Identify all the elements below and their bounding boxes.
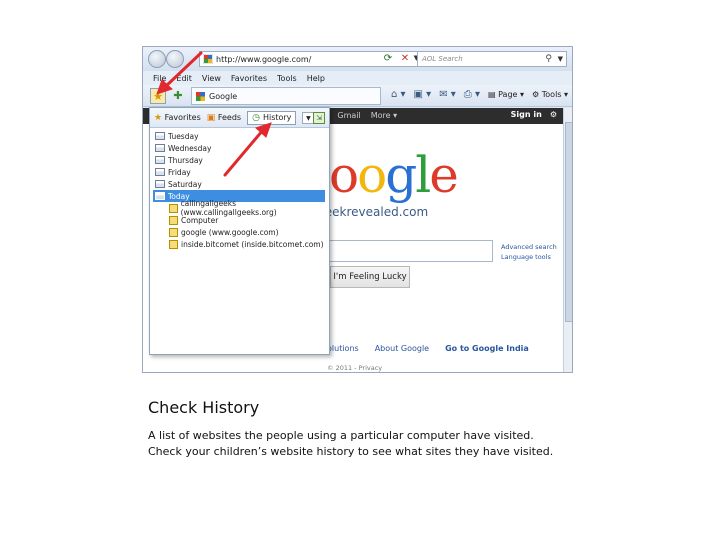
forward-button[interactable] (166, 50, 184, 68)
folder-icon (169, 203, 178, 213)
gbar-link-gmail[interactable]: Gmail (337, 111, 360, 120)
refresh-icon[interactable]: ⟳ (381, 52, 395, 66)
back-button[interactable] (148, 50, 166, 68)
tab-history-label: History (262, 113, 292, 122)
history-site-item[interactable]: inside.bitcomet (inside.bitcomet.com) (153, 238, 325, 250)
google-tab-favicon-icon (196, 91, 205, 101)
calendar-icon (155, 156, 165, 164)
copyright-text: © 2011 - Privacy (327, 364, 383, 372)
google-logo: oogle (329, 146, 459, 204)
add-favorite-icon[interactable]: ✚ (170, 88, 186, 104)
page-menu-label: Page (498, 90, 518, 99)
menu-view[interactable]: View (202, 74, 221, 83)
folder-icon (169, 227, 178, 237)
history-day-label: Saturday (168, 179, 202, 189)
menu-favorites[interactable]: Favorites (231, 74, 267, 83)
url-text: http://www.google.com/ (216, 54, 312, 64)
tab-google-label: Google (209, 91, 238, 101)
caption-line-2: Check your children’s website history to… (148, 445, 554, 458)
google-search-field[interactable] (327, 240, 493, 262)
history-site-label: Computer (181, 215, 219, 225)
settings-gear-icon[interactable]: ⚙ (550, 110, 557, 119)
tools-menu-button[interactable]: ⚙ Tools ▾ (532, 90, 568, 99)
caption-text: A list of websites the people using a pa… (148, 428, 668, 460)
feeds-icon[interactable]: ▣ ▾ (414, 89, 432, 100)
tab-favorites-label: Favorites (164, 112, 201, 122)
tab-feeds[interactable]: ▣ Feeds (207, 113, 241, 123)
page-menu-button[interactable]: ▤ Page ▾ (488, 90, 524, 99)
menu-bar: File Edit View Favorites Tools Help (143, 71, 572, 85)
history-day-friday[interactable]: Friday (153, 166, 325, 178)
star-icon: ★ (154, 112, 163, 123)
search-options: Advanced search Language tools (501, 242, 557, 262)
footer-link-about[interactable]: About Google (375, 344, 429, 353)
caption-line-1: A list of websites the people using a pa… (148, 429, 534, 442)
footer-link-solutions[interactable]: olutions (327, 344, 359, 353)
command-buttons: ⌂ ▾ ▣ ▾ ✉ ▾ ⎙ ▾ ▤ Page ▾ ⚙ Tools ▾ (391, 89, 568, 100)
tools-menu-label: Tools (541, 90, 562, 99)
history-site-label: google (www.google.com) (181, 227, 279, 237)
language-tools-link[interactable]: Language tools (501, 252, 557, 262)
calendar-icon (155, 168, 165, 176)
history-list: Tuesday Wednesday Thursday Friday Saturd… (153, 130, 325, 250)
page-icon: ▤ (487, 90, 496, 99)
home-icon[interactable]: ⌂ ▾ (391, 89, 406, 100)
browser-screenshot: http://www.google.com/ ▼ ⟳ ✕ AOL Search … (142, 46, 573, 373)
history-day-label: Thursday (168, 155, 203, 165)
history-day-wednesday[interactable]: Wednesday (153, 142, 325, 154)
search-icon[interactable]: ⚲ (545, 54, 552, 64)
history-day-label: Tuesday (168, 131, 199, 141)
calendar-icon (155, 180, 165, 188)
sign-in-link[interactable]: Sign in (511, 110, 542, 119)
feed-icon: ▣ (206, 112, 216, 123)
history-day-label: Friday (168, 167, 191, 177)
folder-icon (169, 215, 178, 225)
history-day-label: Wednesday (168, 143, 212, 153)
stop-icon[interactable]: ✕ (398, 52, 412, 66)
gbar-link-more[interactable]: More ▾ (371, 111, 397, 120)
menu-tools[interactable]: Tools (277, 74, 297, 83)
menu-edit[interactable]: Edit (176, 74, 192, 83)
tools-gear-icon: ⚙ (532, 90, 540, 99)
calendar-icon (155, 144, 165, 152)
folder-icon (169, 239, 178, 249)
favorites-center-star-icon[interactable]: ★ (150, 88, 166, 104)
tab-favorites[interactable]: ★ Favorites (154, 113, 201, 123)
history-site-label: inside.bitcomet (inside.bitcomet.com) (181, 239, 324, 249)
menu-help[interactable]: Help (307, 74, 325, 83)
history-day-thursday[interactable]: Thursday (153, 154, 325, 166)
tab-google[interactable]: Google (191, 87, 381, 105)
search-placeholder: AOL Search (422, 55, 463, 63)
history-site-item[interactable]: google (www.google.com) (153, 226, 325, 238)
footer-links: olutions About Google Go to Google India (327, 344, 529, 353)
calendar-icon (155, 132, 165, 140)
favorites-center-tabs: ★ Favorites ▣ Feeds ◷ History ▼ (150, 108, 329, 128)
page-scrollbar[interactable] (563, 108, 572, 372)
tab-feeds-label: Feeds (217, 112, 242, 122)
history-site-item[interactable]: callingallgeeks (www.callingallgeeks.org… (153, 199, 325, 217)
feeling-lucky-button[interactable]: I'm Feeling Lucky (330, 266, 410, 288)
mail-icon[interactable]: ✉ ▾ (439, 89, 456, 100)
search-input[interactable]: AOL Search ⚲ ▼ (417, 51, 567, 67)
favorites-center-pane: ★ Favorites ▣ Feeds ◷ History ▼ ⇲ Tuesday… (149, 107, 330, 355)
search-dropdown-icon[interactable]: ▼ (558, 55, 563, 63)
tab-history[interactable]: ◷ History (247, 110, 297, 125)
history-site-label: callingallgeeks (www.callingallgeeks.org… (180, 199, 277, 217)
command-bar: ★ ✚ Google ⌂ ▾ ▣ ▾ ✉ ▾ ⎙ ▾ ▤ Page ▾ ⚙ To… (143, 85, 572, 107)
calendar-icon (155, 192, 165, 200)
address-row: http://www.google.com/ ▼ ⟳ ✕ AOL Search … (143, 47, 572, 71)
advanced-search-link[interactable]: Advanced search (501, 242, 557, 252)
history-day-saturday[interactable]: Saturday (153, 178, 325, 190)
google-favicon-icon (203, 54, 213, 64)
caption-title: Check History (148, 398, 260, 417)
scrollbar-thumb[interactable] (565, 122, 572, 322)
footer-link-india[interactable]: Go to Google India (445, 344, 529, 353)
history-day-tuesday[interactable]: Tuesday (153, 130, 325, 142)
pin-pane-icon[interactable]: ⇲ (313, 112, 325, 124)
print-icon[interactable]: ⎙ ▾ (464, 89, 480, 100)
menu-file[interactable]: File (153, 74, 166, 83)
history-clock-icon: ◷ (252, 112, 260, 123)
